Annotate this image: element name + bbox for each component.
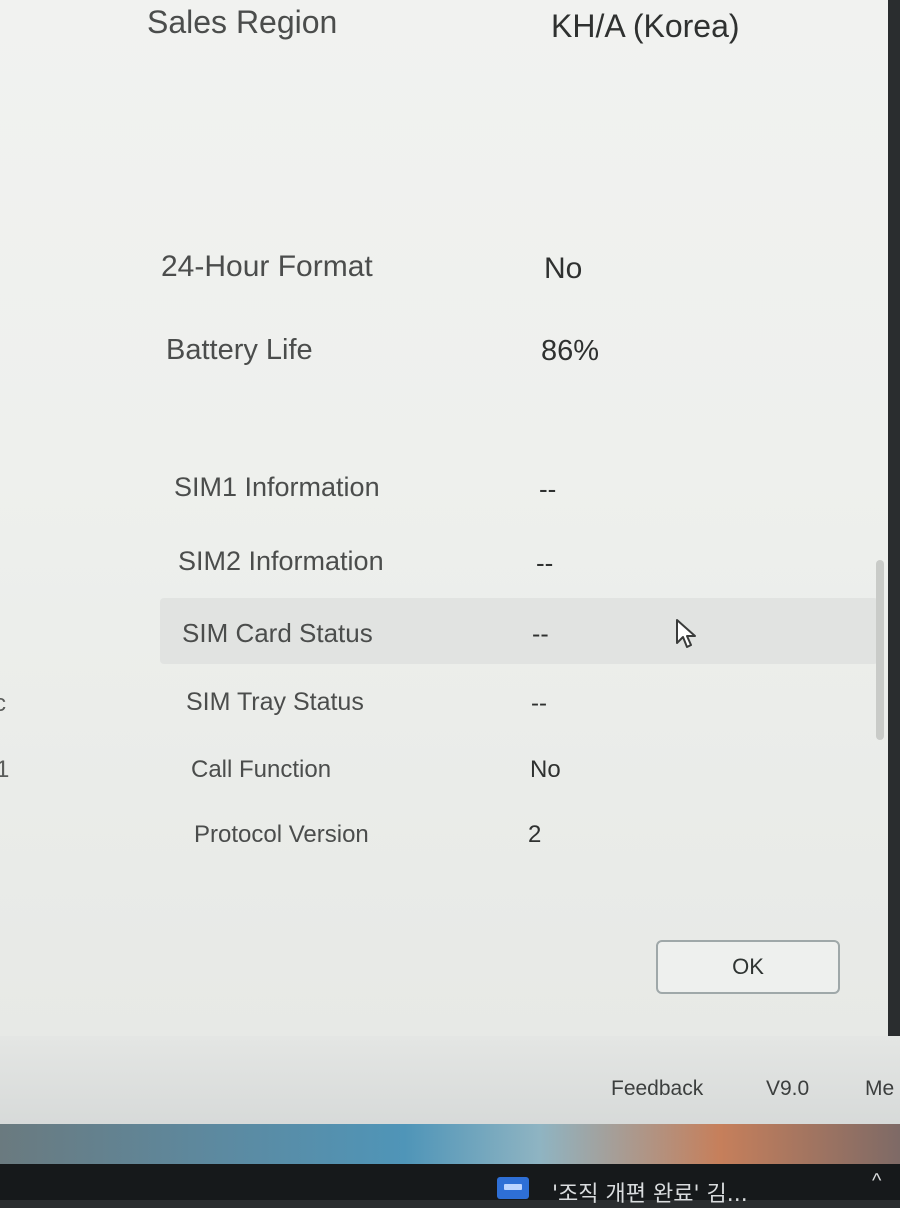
info-row-battery-life: Battery Life 86% [0,330,880,386]
info-row-sim-card-status[interactable]: SIM Card Status -- [160,598,878,664]
info-value: No [530,756,561,783]
info-value: 2 [528,821,542,848]
info-row-sim1-information: SIM1 Information -- [0,470,880,526]
info-row-24-hour-format: 24-Hour Format No [0,246,880,302]
info-value: 86% [541,335,600,367]
info-label: SIM Tray Status [186,688,364,716]
info-label: Call Function [191,756,332,783]
info-row-call-function: Call Function No [0,756,880,812]
info-label: Protocol Version [194,821,369,848]
offscreen-fragment: c [0,690,6,717]
info-row-sim2-information: SIM2 Information -- [0,544,880,600]
taskbar [0,1164,900,1200]
mouse-pointer-icon [676,619,696,648]
device-info-dialog: Sales Region KH/A (Korea) 24-Hour Format… [0,0,888,1036]
info-row-sales-region: Sales Region KH/A (Korea) [0,0,880,56]
desktop-wallpaper [0,1124,900,1164]
info-label: Battery Life [166,334,313,366]
info-value: -- [532,620,549,648]
app-footer [0,1036,900,1124]
info-value: No [544,252,583,285]
info-value: KH/A (Korea) [551,8,740,44]
feedback-link[interactable]: Feedback [611,1077,703,1101]
info-label: 24-Hour Format [161,250,373,283]
tray-chevron-up-icon[interactable]: ^ [872,1170,881,1193]
taskbar-notification[interactable]: '조직 개편 완료' 김... [552,1176,748,1208]
version-label: V9.0 [766,1077,810,1100]
ok-button[interactable]: OK [656,940,840,994]
info-value: -- [539,474,557,504]
info-label: SIM1 Information [174,472,380,502]
info-label: Sales Region [147,4,338,40]
info-row-sim-tray-status: SIM Tray Status -- [0,688,880,744]
info-value: -- [536,548,554,578]
info-row-protocol-version: Protocol Version 2 [0,822,880,878]
vertical-scrollbar[interactable] [876,560,884,740]
app-window-icon[interactable] [497,1177,529,1199]
info-value: -- [531,690,547,717]
info-label: SIM Card Status [182,618,373,648]
menu-link[interactable]: Me [865,1077,894,1101]
offscreen-fragment: 1 [0,756,10,783]
info-label: SIM2 Information [178,546,384,576]
